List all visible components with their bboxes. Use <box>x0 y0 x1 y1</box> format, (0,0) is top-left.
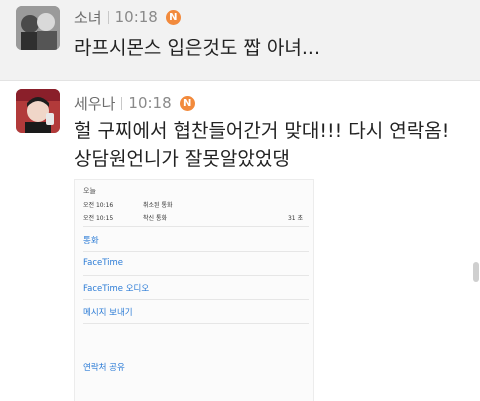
call-action-link: 통화 <box>83 236 99 246</box>
comment-post: 세우나 10:18 N 헐 구찌에서 협찬들어간거 맞대!!! 다시 연락옴! … <box>0 81 480 401</box>
separator <box>121 96 123 110</box>
facetime-action-link: FaceTime <box>83 258 124 268</box>
divider <box>83 251 309 252</box>
message-text: 라프시몬스 입은것도 짭 아녀... <box>74 37 320 59</box>
divider <box>83 275 309 276</box>
share-contact-action-link: 연락처 공유 <box>83 363 125 373</box>
timestamp: 10:18 <box>128 94 172 112</box>
send-message-action-link: 메시지 보내기 <box>83 308 133 318</box>
timestamp: 10:18 <box>114 8 158 26</box>
avatar[interactable] <box>16 89 60 133</box>
new-badge: N <box>165 9 181 25</box>
scrollbar-thumb[interactable] <box>473 262 479 282</box>
message-line: 헐 구찌에서 협찬들어간거 맞대!!! 다시 연락옴! <box>74 120 450 142</box>
facetime-audio-action-link: FaceTime 오디오 <box>83 284 150 294</box>
call-duration: 31 초 <box>287 215 303 222</box>
call-time: 오전 10:15 <box>83 215 114 222</box>
message-text: 헐 구찌에서 협찬들어간거 맞대!!! 다시 연락옴! 상담원언니가 잘못알았었… <box>74 117 449 173</box>
call-time: 오전 10:16 <box>83 202 114 209</box>
call-log-row: 오전 10:16 취소된 통화 <box>83 200 309 212</box>
message-line: 상담원언니가 잘못알았었댕 <box>74 148 290 170</box>
comment-post: 소녀 10:18 N 라프시몬스 입은것도 짭 아녀... <box>0 0 480 80</box>
new-badge: N <box>179 95 195 111</box>
call-log-row: 오전 10:15 착신 통화 31 초 <box>83 213 309 225</box>
user-nickname[interactable]: 소녀 <box>74 7 102 28</box>
call-type: 취소된 통화 <box>143 202 173 209</box>
divider <box>83 299 309 300</box>
separator <box>107 10 109 24</box>
divider <box>83 323 309 324</box>
avatar[interactable] <box>16 6 60 50</box>
divider <box>83 226 309 227</box>
call-log-day: 오늘 <box>83 187 96 195</box>
attached-screenshot[interactable]: 오늘 오전 10:16 취소된 통화 오전 10:15 착신 통화 31 초 통… <box>74 179 314 401</box>
call-type: 착신 통화 <box>143 215 167 222</box>
user-nickname[interactable]: 세우나 <box>74 93 115 114</box>
